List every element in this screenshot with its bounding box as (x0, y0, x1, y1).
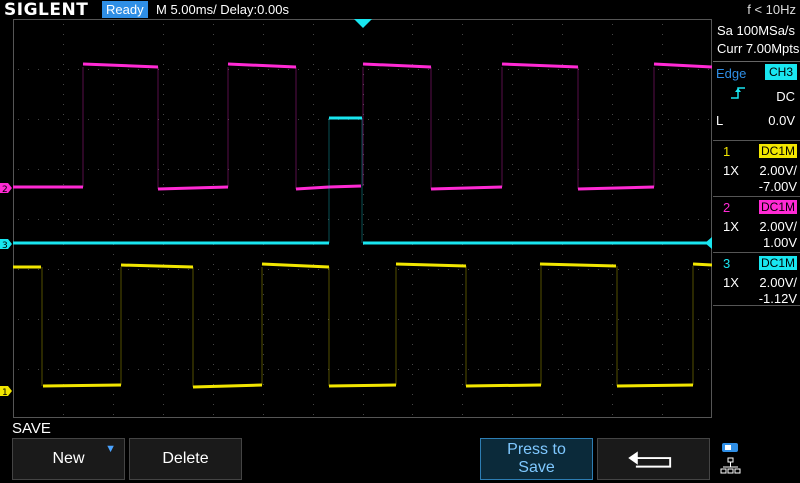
chevron-down-icon: ▼ (105, 443, 116, 455)
trigger-type[interactable]: Edge (716, 66, 746, 81)
channel-markers: 2 3 1 (0, 183, 12, 398)
ch1-offset: -7.00V (758, 179, 797, 194)
press-to-save-line1: Press to (507, 441, 566, 458)
acquisition-status[interactable]: Ready (102, 1, 148, 18)
trigger-source[interactable]: CH3 (765, 64, 797, 80)
ch2-coupling: DC1M (758, 200, 797, 214)
ch3-coupling: DC1M (758, 256, 797, 270)
ch2-info[interactable]: 2 DC1M 1X 2.00V/ 1.00V (713, 196, 800, 250)
trigger-position-marker (354, 19, 372, 28)
status-icons (718, 440, 742, 478)
new-button[interactable]: New ▼ (12, 438, 125, 480)
ch1-scale: 2.00V/ (759, 163, 797, 178)
divider (713, 61, 800, 62)
ch3-edges (328, 118, 363, 243)
trigger-level: 0.0V (768, 113, 795, 128)
waveform-display[interactable] (13, 19, 712, 419)
menu-title: SAVE (12, 420, 51, 437)
waveform-svg (13, 19, 712, 418)
ch3-probe: 1X (723, 275, 739, 290)
ch3-number: 3 (723, 256, 731, 271)
ch1-edges (41, 266, 694, 387)
brand-logo: SIGLENT (4, 0, 89, 20)
ch1-coupling: DC1M (758, 144, 797, 158)
back-button[interactable] (597, 438, 710, 480)
ch2-offset: 1.00V (763, 235, 797, 250)
svg-text:1: 1 (2, 388, 8, 398)
memory-depth: Curr 7.00Mpts (717, 41, 800, 56)
return-arrow-icon (628, 451, 672, 468)
ch1-info[interactable]: 1 DC1M 1X 2.00V/ -7.00V (713, 140, 800, 194)
ch1-probe: 1X (723, 163, 739, 178)
ch2-probe: 1X (723, 219, 739, 234)
press-to-save-line2: Save (518, 459, 555, 476)
ch1-number: 1 (723, 144, 731, 159)
trigger-level-marker (705, 237, 712, 249)
ch2-edges (82, 67, 655, 189)
top-status-bar: SIGLENT Ready M 5.00ms/ Delay:0.00s f < … (0, 0, 800, 20)
timebase-readout[interactable]: M 5.00ms/ Delay:0.00s (156, 2, 289, 17)
ch1-trace (13, 262, 712, 389)
ch2-scale: 2.00V/ (759, 219, 797, 234)
svg-text:3: 3 (2, 241, 8, 251)
press-to-save-button[interactable]: Press to Save (480, 438, 593, 480)
svg-text:2: 2 (2, 185, 8, 195)
sample-rate: Sa 100MSa/s (717, 23, 796, 38)
ch3-scale: 2.00V/ (759, 275, 797, 290)
delete-button[interactable]: Delete (129, 438, 242, 480)
trigger-coupling: DC (776, 89, 795, 104)
new-button-label: New (52, 450, 85, 467)
ch3-info[interactable]: 3 DC1M 1X 2.00V/ -1.12V (713, 252, 800, 306)
ch3-offset: -1.12V (758, 291, 797, 306)
delete-button-label: Delete (162, 450, 209, 467)
rising-edge-icon (731, 87, 745, 99)
usb-lan-icon (720, 443, 741, 474)
trigger-level-label: L (716, 113, 724, 128)
ch2-number: 2 (723, 200, 731, 215)
frequency-counter: f < 10Hz (747, 2, 796, 17)
